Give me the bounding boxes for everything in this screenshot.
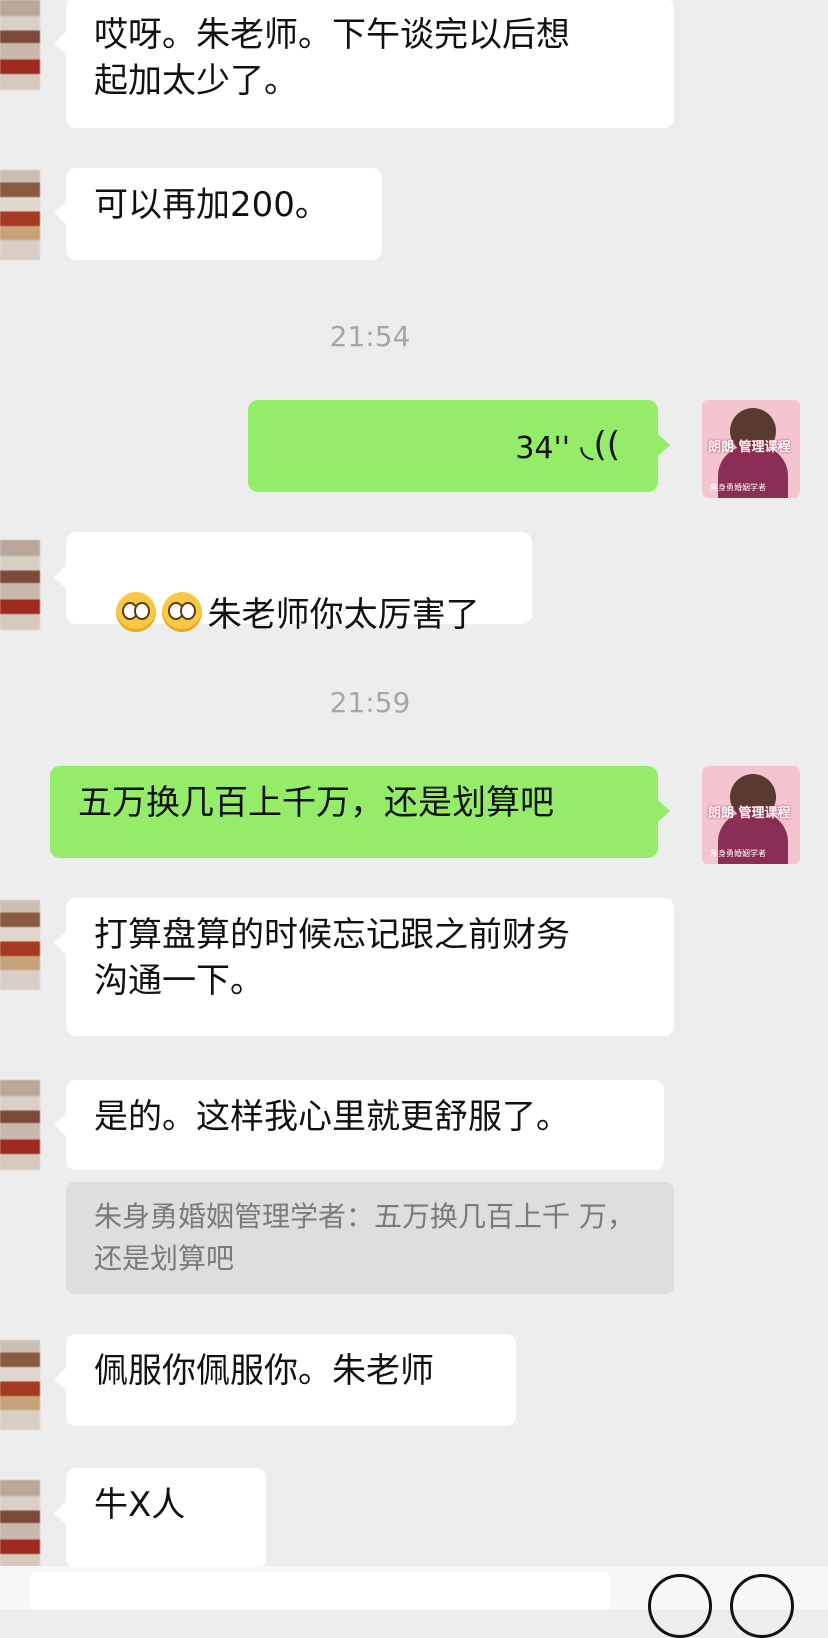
timestamp: 21:59 <box>329 686 411 719</box>
voice-wave-icon: ◟(( <box>580 425 620 465</box>
flushed-face-emoji-icon <box>161 592 202 632</box>
emoji-button-icon[interactable] <box>648 1574 712 1638</box>
contact-avatar[interactable] <box>0 170 40 260</box>
message-bubble[interactable]: 五万换几百上千万，还是划算吧 <box>50 766 670 858</box>
contact-avatar[interactable] <box>0 1480 40 1570</box>
avatar-title-text: 朗朗 管理课程 <box>708 440 791 455</box>
message-bubble[interactable]: 佩服你佩服你。朱老师 <box>54 1334 516 1426</box>
my-avatar[interactable]: 朗朗 管理课程 朱身勇婚姻学者 <box>702 400 800 498</box>
flushed-face-emoji-icon <box>115 592 156 632</box>
message-bubble[interactable]: 牛X人 <box>54 1468 266 1568</box>
message-bubble[interactable]: 哎呀。朱老师。下午谈完以后想 起加太少了。 <box>54 0 674 128</box>
contact-avatar[interactable] <box>0 1080 40 1170</box>
message-text: 朱老师你太厉害了 <box>207 595 480 635</box>
my-avatar[interactable]: 朗朗 管理课程 朱身勇婚姻学者 <box>702 766 800 864</box>
contact-avatar[interactable] <box>0 540 40 630</box>
avatar-title-text: 朗朗 管理课程 <box>708 806 791 821</box>
contact-avatar[interactable] <box>0 1340 40 1430</box>
message-bubble[interactable]: 是的。这样我心里就更舒服了。 <box>54 1080 664 1170</box>
quoted-reply[interactable]: 朱身勇婚姻管理学者：五万换几百上千 万，还是划算吧 <box>66 1182 674 1294</box>
more-button-icon[interactable] <box>730 1574 794 1638</box>
avatar-subtitle-text: 朱身勇婚姻学者 <box>710 849 766 858</box>
message-bubble[interactable]: 可以再加200。 <box>54 168 382 260</box>
contact-avatar[interactable] <box>0 900 40 990</box>
message-input[interactable] <box>30 1572 610 1610</box>
timestamp: 21:54 <box>329 320 411 353</box>
contact-avatar[interactable] <box>0 0 40 90</box>
message-bubble[interactable]: 朱老师你太厉害了 <box>54 532 532 635</box>
voice-duration: 34'' <box>515 431 570 466</box>
message-bubble[interactable]: 打算盘算的时候忘记跟之前财务 沟通一下。 <box>54 898 674 1036</box>
voice-message-bubble[interactable]: 34'' ◟(( <box>248 400 670 492</box>
avatar-subtitle-text: 朱身勇婚姻学者 <box>710 483 766 492</box>
